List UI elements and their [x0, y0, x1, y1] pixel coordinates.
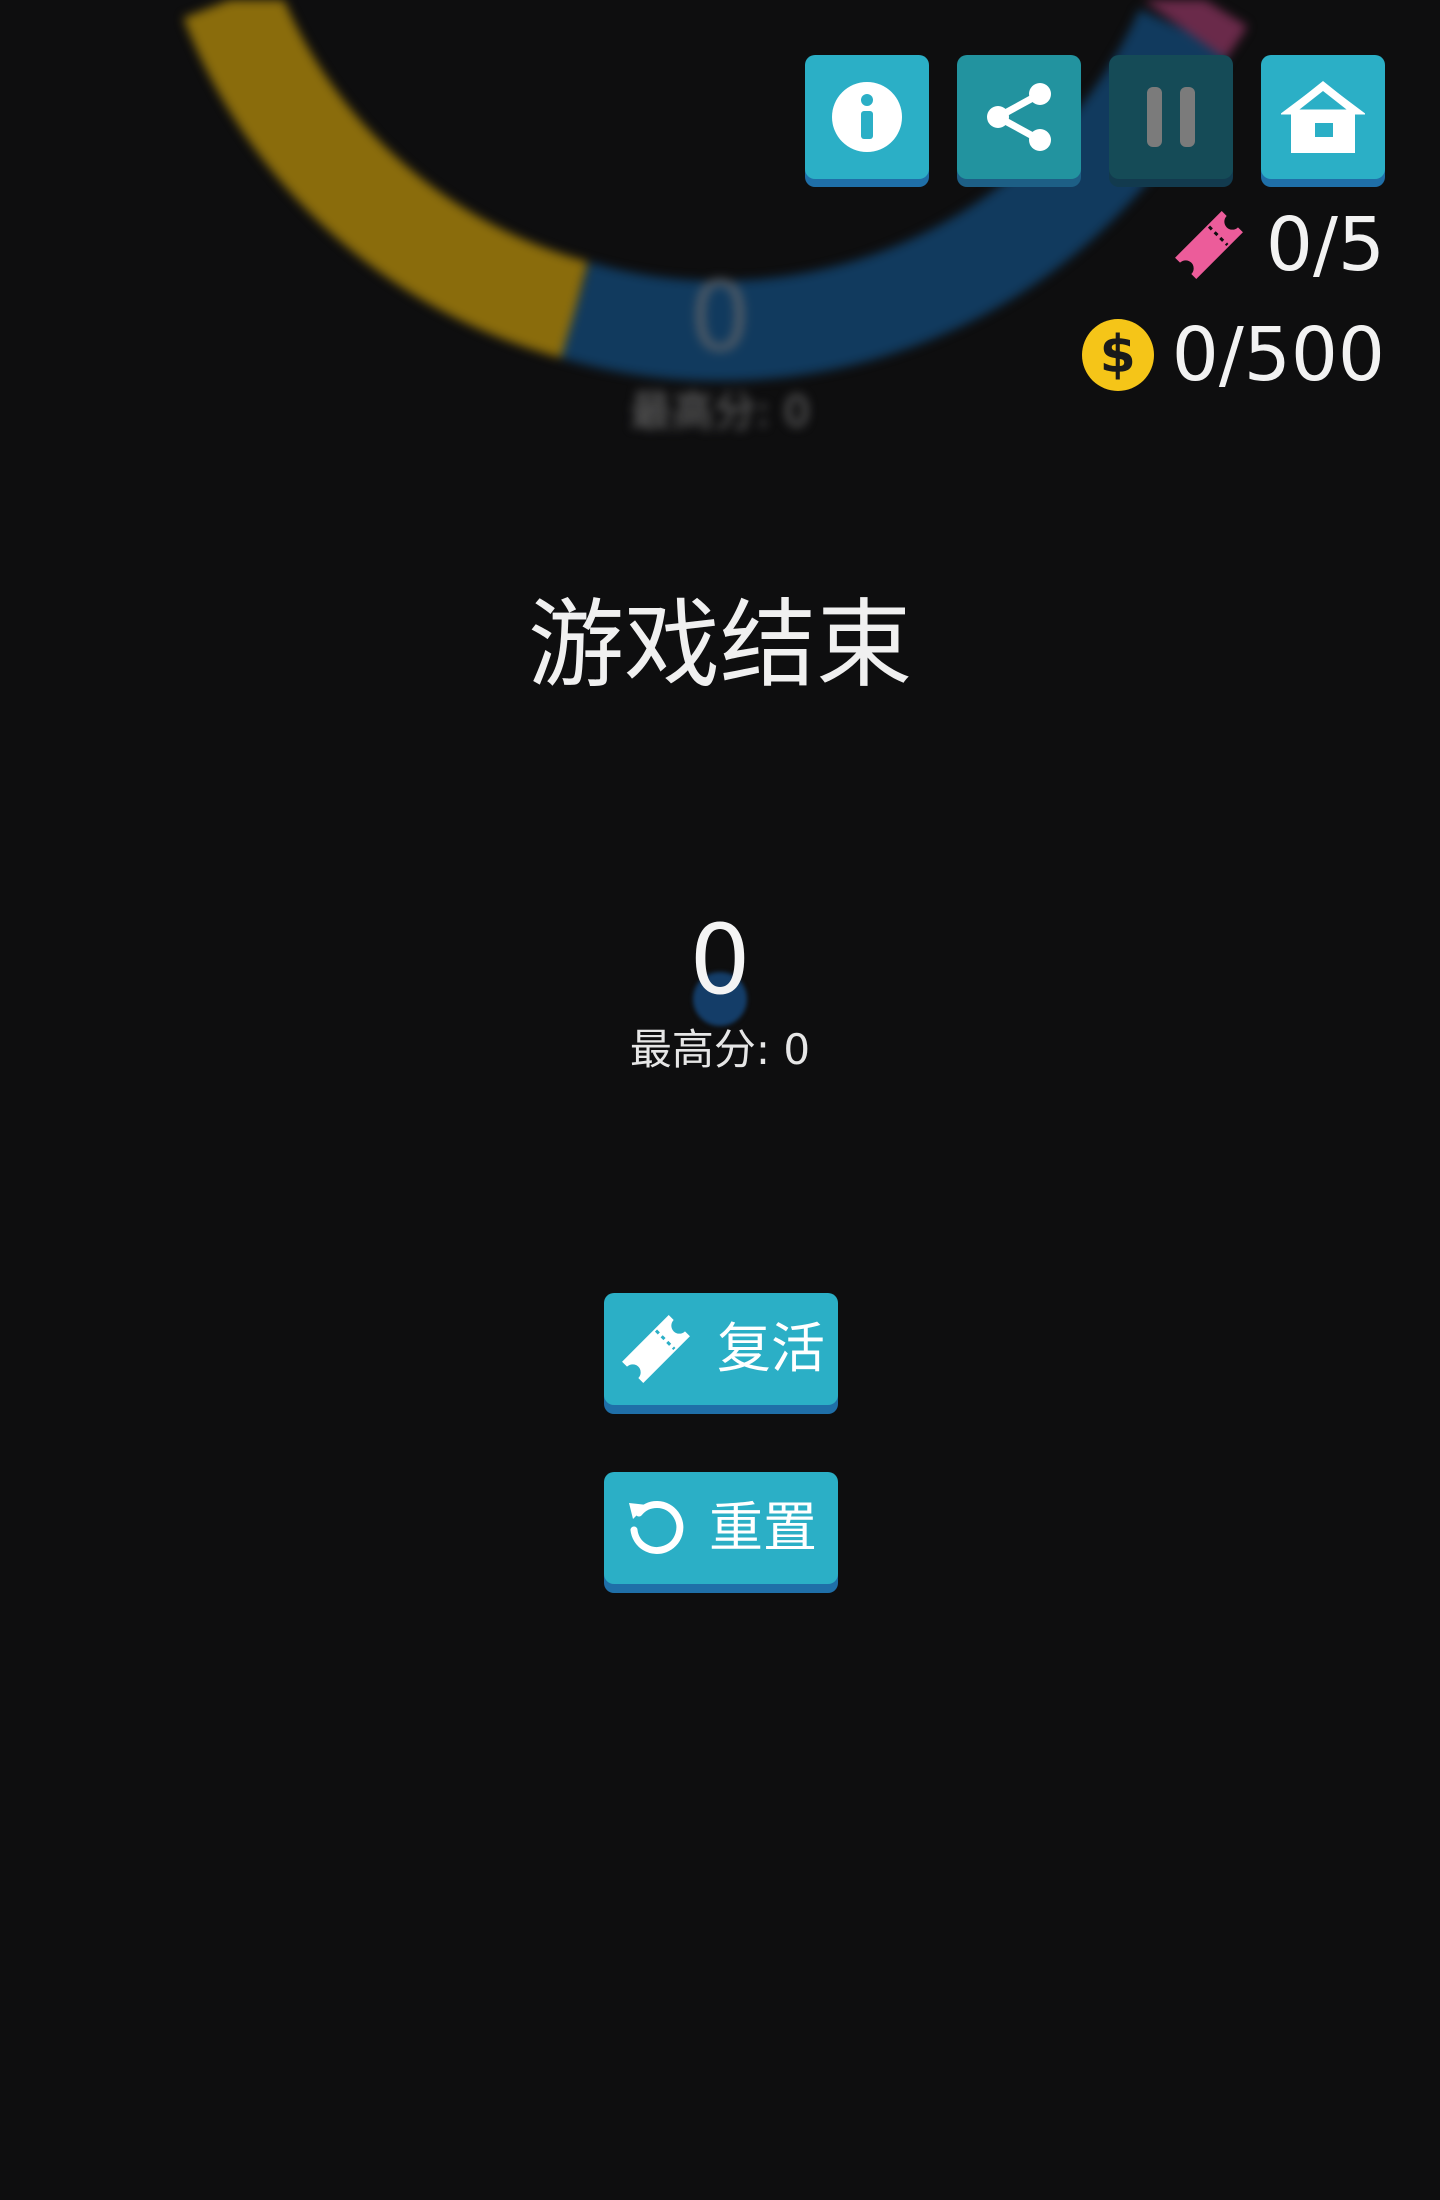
game-screen: 0 最高分: 0 0/5 $ 0/500 游戏结束 0 最高分: 0 复活 重置	[0, 0, 1440, 2200]
revive-label: 复活	[717, 1317, 825, 1380]
pause-button[interactable]	[1109, 55, 1233, 179]
ticket-count: 0/5	[1265, 202, 1385, 288]
pause-icon	[1147, 87, 1195, 147]
ticket-icon	[622, 1315, 690, 1383]
home-icon	[1281, 81, 1365, 153]
reset-label: 重置	[709, 1496, 817, 1559]
coin-icon: $	[1081, 319, 1154, 391]
restart-icon	[629, 1501, 684, 1554]
ring-segment-yellow	[183, 0, 589, 359]
info-icon	[832, 82, 902, 152]
coin-symbol: $	[1099, 325, 1136, 385]
background-score: 0	[689, 261, 751, 373]
share-button[interactable]	[957, 55, 1081, 179]
info-button[interactable]	[805, 55, 929, 179]
game-over-title: 游戏结束	[528, 589, 912, 701]
ticket-icon	[1174, 211, 1243, 279]
ring-segment-pink	[1144, 0, 1248, 60]
revive-button[interactable]: 复活	[604, 1293, 838, 1405]
final-score-block: 0	[620, 905, 820, 1035]
share-icon	[987, 83, 1051, 151]
ticket-counter: 0/5	[1170, 205, 1385, 285]
coin-count: 0/500	[1171, 312, 1385, 398]
home-button[interactable]	[1261, 55, 1385, 179]
coin-counter: $ 0/500	[1081, 312, 1385, 398]
final-score: 0	[689, 904, 751, 1016]
top-toolbar	[805, 55, 1385, 179]
best-score: 最高分: 0	[629, 1025, 811, 1074]
reset-button[interactable]: 重置	[604, 1472, 838, 1584]
background-best-score: 最高分: 0	[629, 387, 811, 436]
